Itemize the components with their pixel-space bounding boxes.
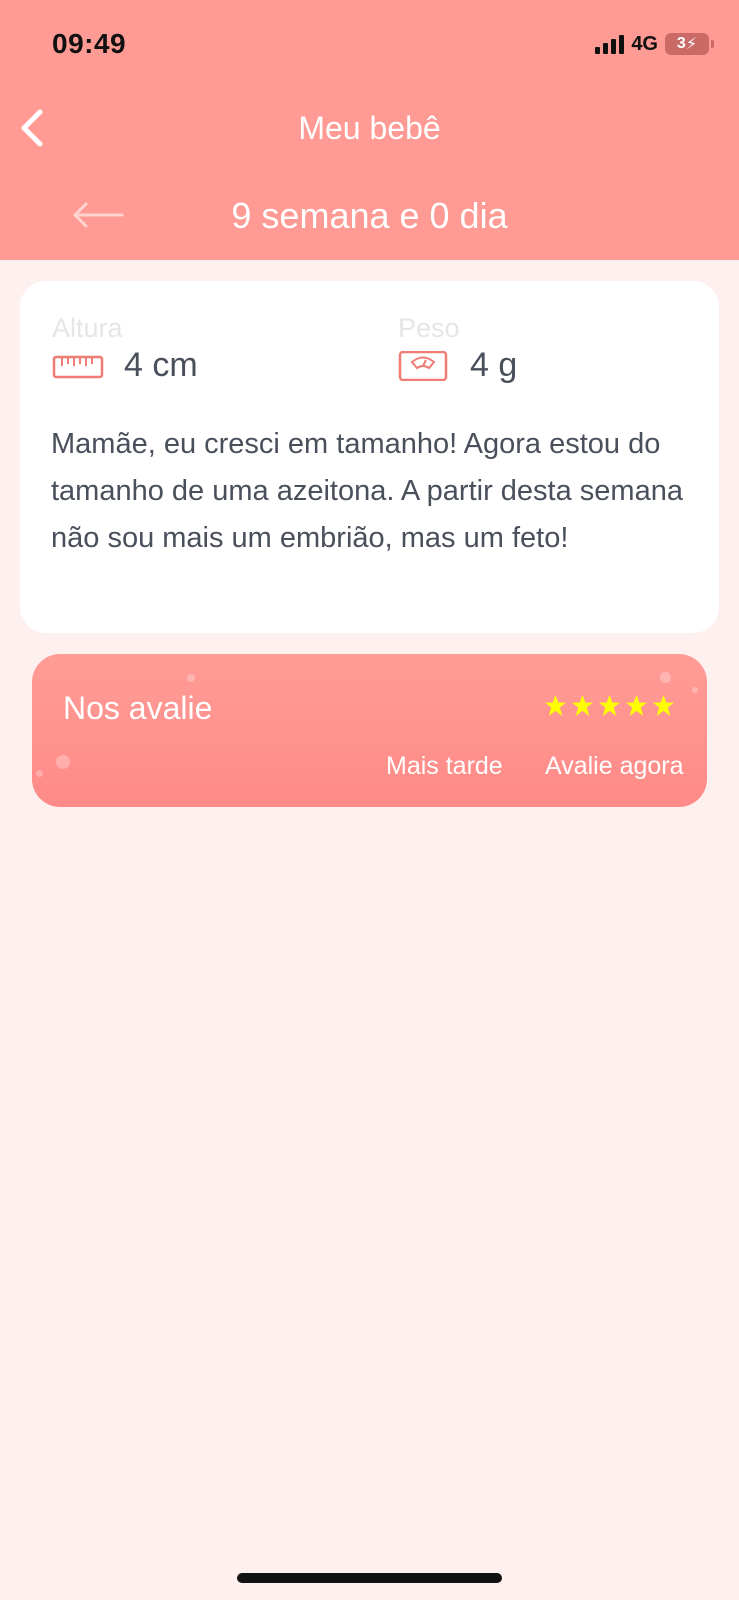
week-title: 9 semana e 0 dia: [231, 195, 508, 236]
status-bar: 09:49 4G 3 ⚡: [0, 0, 739, 90]
later-button[interactable]: Mais tarde: [386, 752, 503, 781]
rating-title: Nos avalie: [63, 690, 213, 726]
rate-now-button[interactable]: Avalie agora: [545, 752, 684, 781]
page-title: Meu bebê: [298, 110, 441, 146]
network-type: 4G: [631, 32, 658, 55]
star-icon[interactable]: [598, 694, 621, 717]
decorative-bubble: [660, 672, 671, 683]
weight-metric: Peso 4 g: [398, 313, 517, 385]
ruler-icon: [52, 355, 104, 378]
star-icon[interactable]: [625, 694, 648, 717]
battery-icon: 3 ⚡: [665, 33, 714, 55]
weight-value: 4 g: [470, 346, 518, 384]
header: 09:49 4G 3 ⚡ Meu bebê 9 semana e 0 dia: [0, 0, 739, 260]
home-indicator[interactable]: [237, 1573, 502, 1583]
baby-info-card: Altura 4 cm Peso 4 g Mamãe, eu cresci em…: [20, 281, 719, 633]
weight-label: Peso: [398, 313, 460, 343]
star-rating[interactable]: [544, 694, 675, 717]
status-time: 09:49: [52, 28, 127, 59]
decorative-bubble: [187, 674, 195, 682]
scale-icon: [398, 350, 448, 381]
decorative-bubble: [56, 755, 70, 769]
decorative-bubble: [36, 770, 43, 777]
signal-icon: [595, 34, 625, 54]
decorative-bubble: [692, 687, 698, 693]
height-value: 4 cm: [124, 346, 198, 384]
star-icon[interactable]: [652, 694, 675, 717]
height-metric: Altura 4 cm: [52, 313, 198, 385]
week-description: Mamãe, eu cresci em tamanho! Agora estou…: [51, 428, 683, 554]
charging-icon: ⚡: [685, 36, 698, 53]
status-indicators: 4G 3 ⚡: [595, 32, 714, 56]
height-label: Altura: [52, 313, 123, 343]
battery-level: 3: [676, 35, 686, 52]
star-icon[interactable]: [571, 694, 594, 717]
rating-prompt-card: Nos avalie Mais tarde Avalie agora: [32, 654, 707, 807]
star-icon[interactable]: [544, 694, 567, 717]
